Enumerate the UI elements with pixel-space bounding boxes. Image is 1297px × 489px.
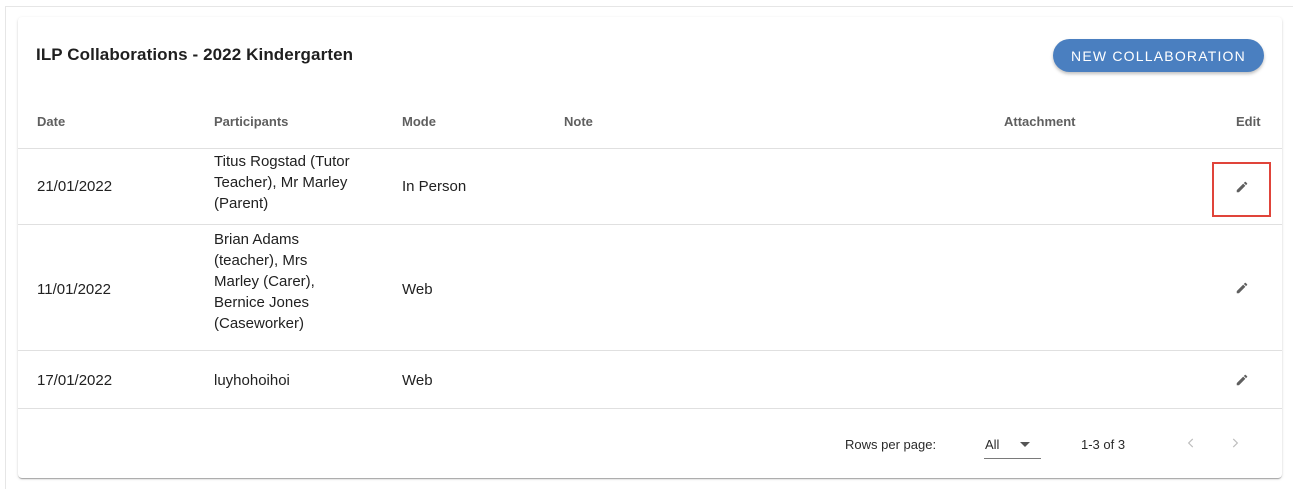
participants-line: Titus Rogstad (Tutor [214,153,350,170]
cell-mode: Web [402,281,433,298]
rows-per-page-select[interactable]: All [984,431,1041,459]
participants-line: (teacher), Mrs [214,252,308,269]
pencil-icon [1236,282,1248,294]
rows-per-page-value: All [985,437,1000,452]
cell-mode: Web [402,372,433,389]
previous-page-button[interactable] [1179,431,1203,455]
participants-line: Bernice Jones [214,294,310,311]
cell-participants: Brian Adams (teacher), Mrs Marley (Carer… [214,229,315,334]
header-date: Date [37,114,66,129]
next-page-button[interactable] [1223,431,1247,455]
cell-date: 21/01/2022 [37,178,113,195]
card-title: ILP Collaborations - 2022 Kindergarten [36,45,354,64]
edit-button[interactable] [1228,366,1256,394]
participants-line: Brian Adams [214,231,300,248]
new-collaboration-button[interactable]: NEW COLLABORATION [1053,39,1264,72]
rows-per-page-label: Rows per page: [845,437,937,452]
divider [18,148,1282,149]
header-attachment: Attachment [1004,114,1076,129]
chevron-right-icon [1232,438,1239,448]
cell-date: 17/01/2022 [37,372,113,389]
cell-participants: luyhohoihoi [214,370,290,391]
cell-mode: In Person [402,178,467,195]
collaborations-card: ILP Collaborations - 2022 Kindergarten N… [18,17,1282,478]
divider [18,350,1282,351]
participants-line: (Parent) [214,195,269,212]
divider [18,408,1282,409]
dropdown-arrow-icon [1020,442,1030,447]
participants-line: Marley (Carer), [214,273,315,290]
header-participants: Participants [214,114,289,129]
edit-highlight-box [1212,162,1271,217]
participants-line: luyhohoihoi [214,372,290,389]
participants-line: Teacher), Mr Marley [214,174,348,191]
header-edit: Edit [1236,114,1261,129]
pencil-icon [1236,374,1248,386]
edit-button[interactable] [1228,274,1256,302]
cell-participants: Titus Rogstad (Tutor Teacher), Mr Marley… [214,151,350,214]
divider [18,224,1282,225]
participants-line: (Caseworker) [214,315,305,332]
header-mode: Mode [402,114,436,129]
header-note: Note [564,114,593,129]
chevron-left-icon [1187,438,1194,448]
pagination-range: 1-3 of 3 [1081,437,1126,452]
cell-date: 11/01/2022 [37,281,111,298]
